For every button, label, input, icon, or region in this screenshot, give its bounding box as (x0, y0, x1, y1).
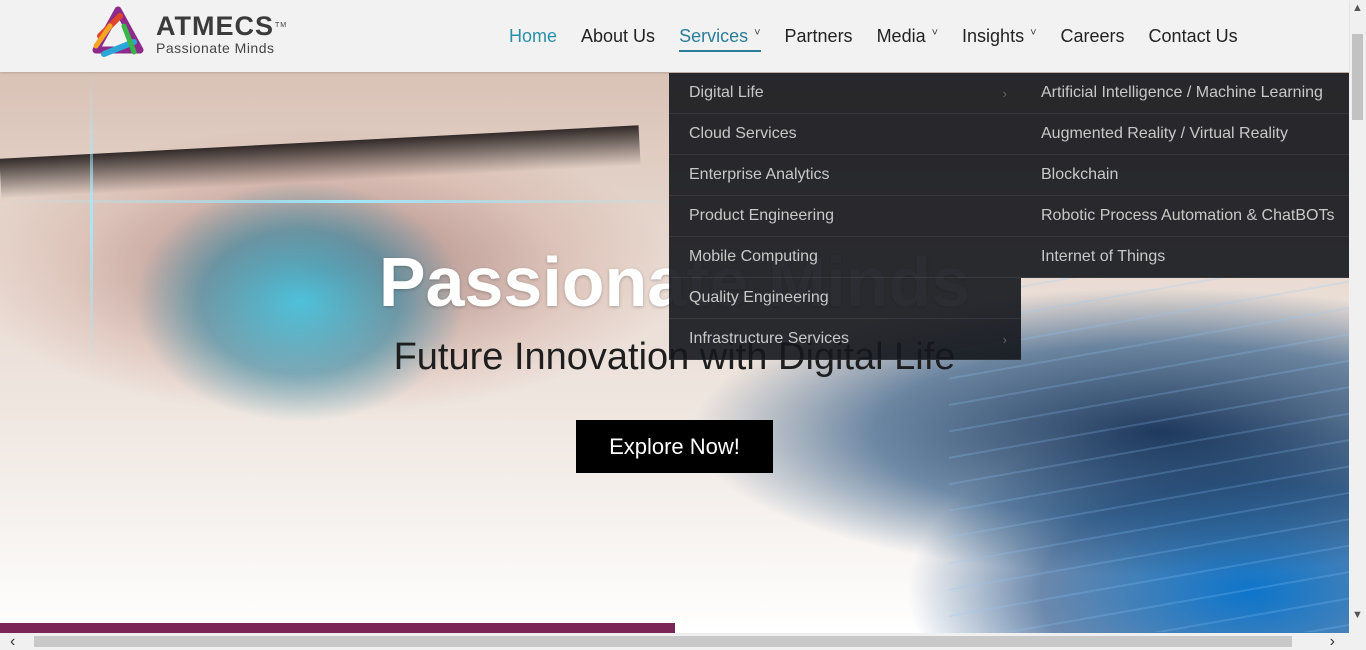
menu-item-enterprise-analytics[interactable]: Enterprise Analytics (669, 155, 1021, 196)
arrow-left-icon[interactable]: ‹ (10, 633, 15, 650)
menu-item-product-engineering[interactable]: Product Engineering (669, 196, 1021, 237)
services-dropdown: Digital Life › Cloud Services Enterprise… (669, 73, 1021, 360)
arrow-down-icon[interactable]: ▼ (1349, 609, 1366, 621)
site-header: ATMECSTM Passionate Minds Home About Us … (0, 0, 1349, 72)
slide-progress-bar (0, 623, 675, 633)
menu-item-digital-life[interactable]: Digital Life › (669, 73, 1021, 114)
explore-now-button[interactable]: Explore Now! (576, 420, 773, 473)
arrow-right-icon[interactable]: › (1330, 633, 1335, 650)
hero-light-flare-vertical (90, 72, 93, 372)
brand-name: ATMECSTM (156, 11, 288, 41)
vertical-scroll-thumb[interactable] (1352, 34, 1363, 120)
nav-insights[interactable]: Insights ˅ (962, 0, 1036, 72)
digital-life-submenu: Artificial Intelligence / Machine Learni… (1021, 73, 1349, 278)
nav-home[interactable]: Home (509, 0, 557, 72)
chevron-right-icon: › (1002, 85, 1007, 101)
horizontal-scroll-thumb[interactable] (34, 636, 1292, 647)
submenu-item-ar-vr[interactable]: Augmented Reality / Virtual Reality (1021, 114, 1349, 155)
submenu-item-rpa-chatbots[interactable]: Robotic Process Automation & ChatBOTs (1021, 196, 1349, 237)
chevron-down-icon: ˅ (754, 27, 761, 39)
nav-careers[interactable]: Careers (1061, 0, 1125, 72)
vertical-scrollbar[interactable]: ▲ ▼ (1349, 0, 1366, 633)
nav-services[interactable]: Services ˅ (679, 0, 762, 72)
chevron-down-icon: ˅ (1030, 27, 1037, 39)
hero-light-flare (0, 200, 700, 203)
nav-about-us[interactable]: About Us (581, 0, 655, 72)
scrollbar-corner (1349, 633, 1366, 650)
brand-tagline: Passionate Minds (156, 40, 275, 56)
atmecs-logo-icon (92, 6, 144, 57)
horizontal-scrollbar[interactable]: ‹ › (0, 633, 1349, 650)
nav-media[interactable]: Media ˅ (877, 0, 938, 72)
nav-contact-us[interactable]: Contact Us (1149, 0, 1238, 72)
menu-item-infrastructure-services[interactable]: Infrastructure Services › (669, 319, 1021, 360)
nav-partners[interactable]: Partners (785, 0, 853, 72)
menu-item-cloud-services[interactable]: Cloud Services (669, 114, 1021, 155)
hero-eyelash-shade (0, 125, 641, 199)
submenu-item-iot[interactable]: Internet of Things (1021, 237, 1349, 278)
main-nav: Home About Us Services ˅ Partners Media … (509, 0, 1262, 72)
submenu-item-blockchain[interactable]: Blockchain (1021, 155, 1349, 196)
chevron-down-icon: ˅ (931, 27, 939, 39)
menu-item-quality-engineering[interactable]: Quality Engineering (669, 278, 1021, 319)
logo[interactable]: ATMECSTM Passionate Minds (90, 6, 287, 62)
submenu-item-ai-ml[interactable]: Artificial Intelligence / Machine Learni… (1021, 73, 1349, 114)
menu-item-mobile-computing[interactable]: Mobile Computing (669, 237, 1021, 278)
chevron-right-icon: › (1002, 331, 1007, 347)
arrow-up-icon[interactable]: ▲ (1349, 2, 1366, 14)
